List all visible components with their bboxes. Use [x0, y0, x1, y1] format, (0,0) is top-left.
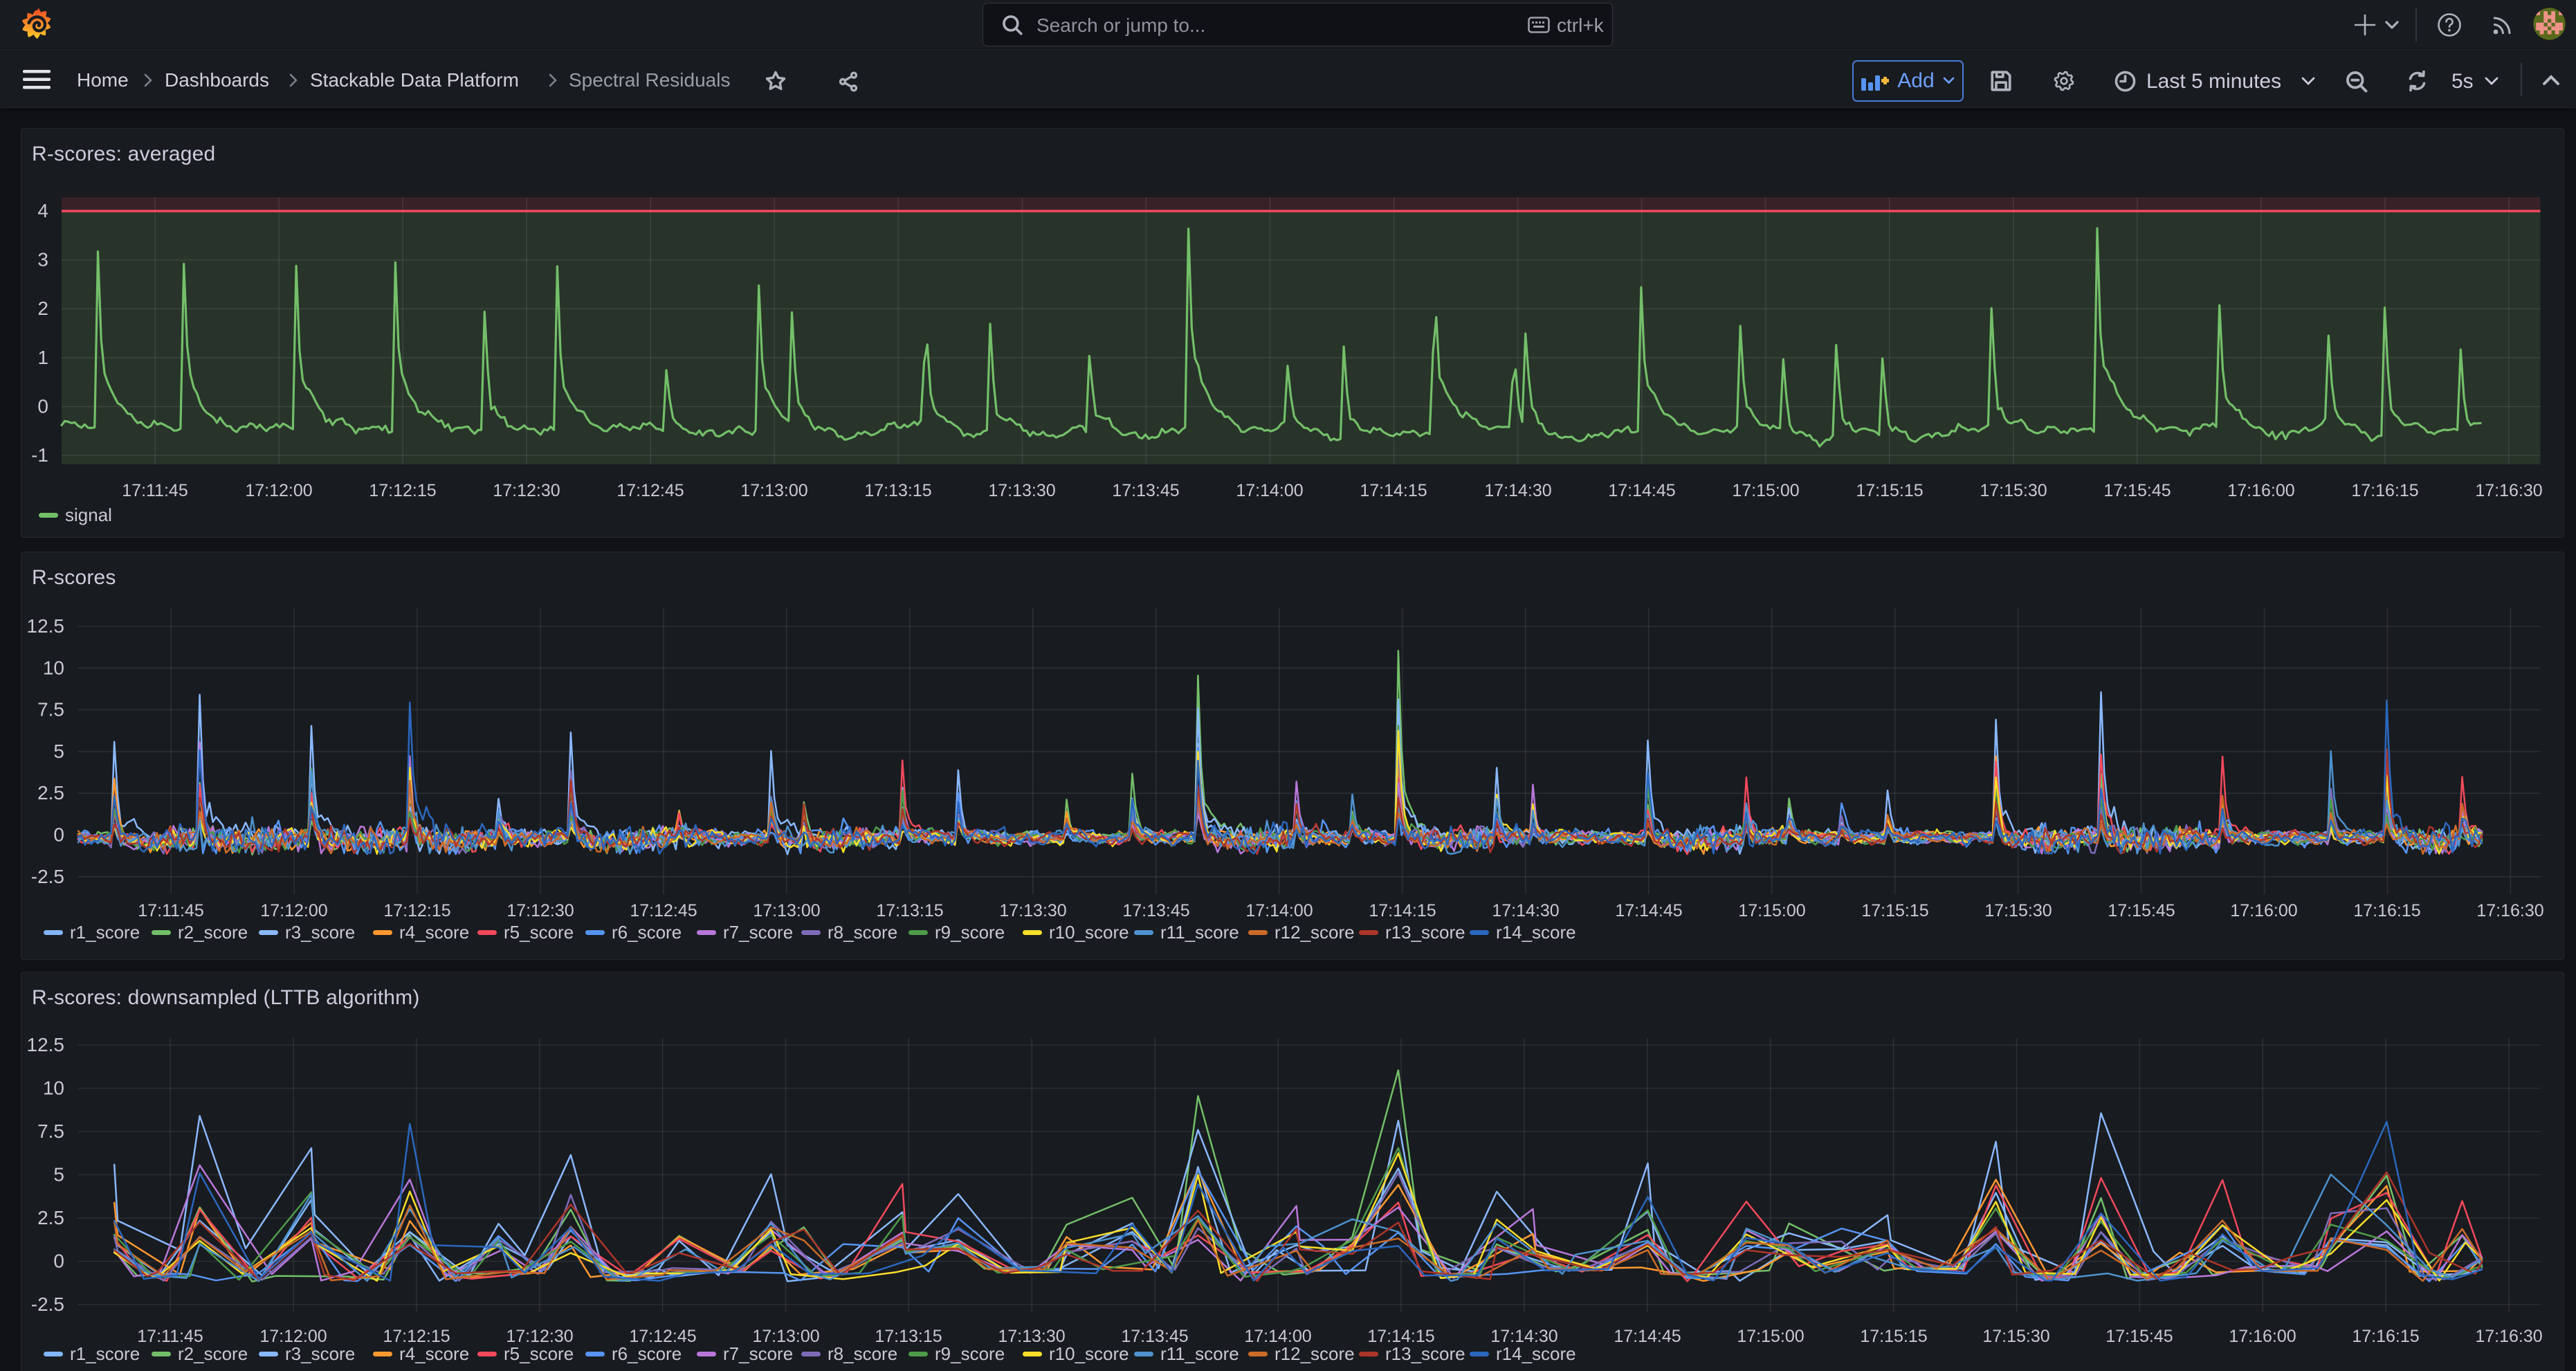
svg-text:5: 5 — [53, 1164, 64, 1186]
svg-text:17:16:00: 17:16:00 — [2230, 901, 2297, 920]
svg-text:12.5: 12.5 — [27, 1034, 65, 1055]
svg-text:17:12:30: 17:12:30 — [493, 481, 560, 500]
svg-text:17:14:15: 17:14:15 — [1360, 481, 1427, 500]
svg-text:3: 3 — [37, 249, 48, 271]
svg-text:17:14:00: 17:14:00 — [1236, 481, 1303, 500]
svg-text:17:12:45: 17:12:45 — [616, 481, 684, 500]
svg-text:7.5: 7.5 — [37, 1120, 64, 1142]
svg-text:17:12:00: 17:12:00 — [260, 901, 327, 920]
svg-text:17:11:45: 17:11:45 — [138, 901, 203, 920]
svg-text:17:15:00: 17:15:00 — [1738, 901, 1805, 920]
svg-text:17:13:30: 17:13:30 — [988, 481, 1055, 500]
svg-text:17:16:15: 17:16:15 — [2351, 481, 2418, 500]
svg-text:17:15:45: 17:15:45 — [2105, 1327, 2173, 1346]
svg-text:7.5: 7.5 — [37, 699, 64, 720]
svg-text:17:13:30: 17:13:30 — [999, 901, 1066, 920]
svg-text:17:15:45: 17:15:45 — [2103, 481, 2171, 500]
svg-text:17:16:30: 17:16:30 — [2475, 1327, 2542, 1346]
svg-text:17:15:15: 17:15:15 — [1861, 901, 1928, 920]
svg-text:17:13:45: 17:13:45 — [1122, 901, 1189, 920]
svg-text:4: 4 — [37, 200, 48, 221]
svg-text:12.5: 12.5 — [27, 615, 65, 637]
svg-text:5: 5 — [53, 741, 64, 762]
svg-text:17:14:30: 17:14:30 — [1492, 901, 1559, 920]
svg-text:10: 10 — [43, 657, 64, 678]
svg-text:17:16:30: 17:16:30 — [2475, 481, 2542, 500]
svg-text:17:15:15: 17:15:15 — [1856, 481, 1923, 500]
svg-text:17:14:45: 17:14:45 — [1615, 901, 1682, 920]
svg-text:17:15:30: 17:15:30 — [1980, 481, 2047, 500]
svg-text:17:16:00: 17:16:00 — [2229, 1327, 2296, 1346]
svg-text:17:13:15: 17:13:15 — [864, 481, 931, 500]
svg-text:17:15:30: 17:15:30 — [1984, 901, 2052, 920]
svg-text:17:14:15: 17:14:15 — [1369, 901, 1436, 920]
svg-text:10: 10 — [43, 1078, 64, 1099]
svg-text:17:13:00: 17:13:00 — [753, 901, 820, 920]
svg-text:-1: -1 — [31, 444, 48, 466]
svg-text:17:14:30: 17:14:30 — [1484, 481, 1551, 500]
svg-text:0: 0 — [53, 1251, 64, 1272]
svg-text:17:16:00: 17:16:00 — [2227, 481, 2294, 500]
svg-text:17:12:30: 17:12:30 — [506, 901, 574, 920]
svg-text:17:13:00: 17:13:00 — [740, 481, 807, 500]
svg-text:2.5: 2.5 — [37, 782, 64, 803]
svg-text:-2.5: -2.5 — [31, 866, 64, 887]
svg-text:17:12:15: 17:12:15 — [369, 481, 436, 500]
svg-text:17:15:45: 17:15:45 — [2108, 901, 2175, 920]
svg-text:0: 0 — [37, 395, 48, 417]
svg-text:17:12:45: 17:12:45 — [630, 901, 697, 920]
svg-text:17:14:45: 17:14:45 — [1614, 1327, 1681, 1346]
svg-text:17:11:45: 17:11:45 — [122, 481, 188, 500]
svg-text:17:15:00: 17:15:00 — [1737, 1327, 1804, 1346]
svg-text:2: 2 — [37, 298, 48, 319]
svg-text:17:14:45: 17:14:45 — [1608, 481, 1675, 500]
svg-text:17:16:15: 17:16:15 — [2352, 1327, 2419, 1346]
svg-text:17:15:30: 17:15:30 — [1982, 1327, 2049, 1346]
svg-text:17:12:15: 17:12:15 — [383, 901, 450, 920]
svg-text:17:15:15: 17:15:15 — [1860, 1327, 1927, 1346]
svg-text:-2.5: -2.5 — [31, 1293, 64, 1315]
svg-text:0: 0 — [53, 824, 64, 846]
svg-text:17:12:00: 17:12:00 — [245, 481, 312, 500]
svg-text:17:13:15: 17:13:15 — [876, 901, 943, 920]
svg-text:1: 1 — [37, 347, 48, 368]
svg-text:17:15:00: 17:15:00 — [1732, 481, 1799, 500]
svg-text:2.5: 2.5 — [37, 1207, 64, 1228]
svg-text:17:16:15: 17:16:15 — [2353, 901, 2420, 920]
svg-text:17:14:00: 17:14:00 — [1245, 901, 1313, 920]
svg-text:17:16:30: 17:16:30 — [2476, 901, 2543, 920]
svg-text:17:13:45: 17:13:45 — [1112, 481, 1179, 500]
